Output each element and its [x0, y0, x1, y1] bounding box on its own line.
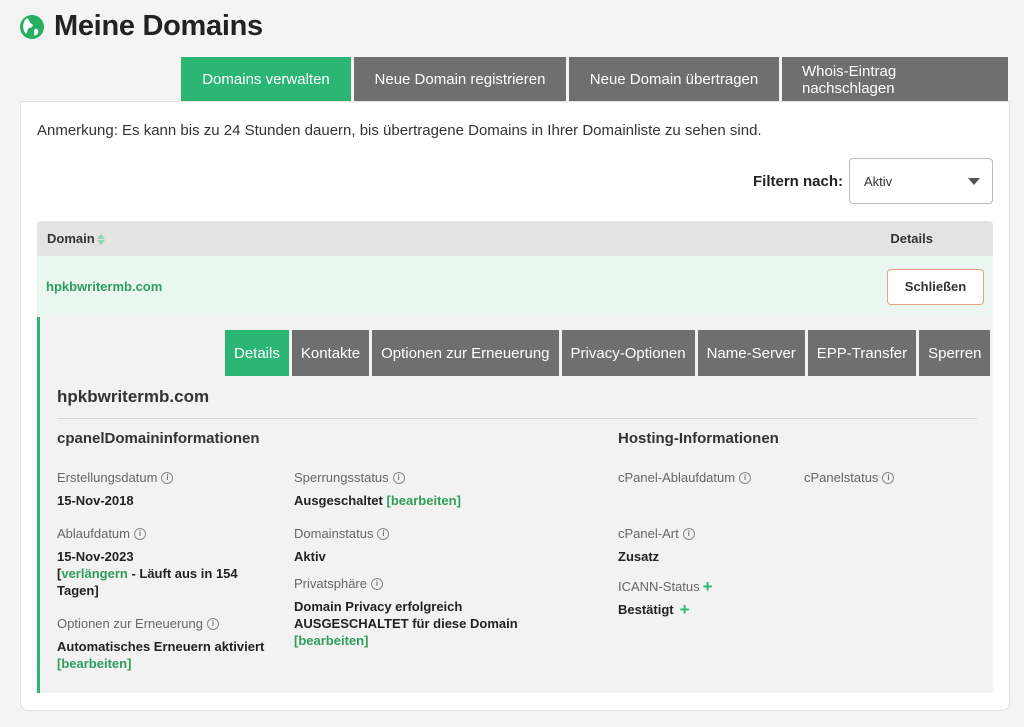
plus-icon[interactable]: +	[703, 578, 713, 595]
page-title: Meine Domains	[54, 10, 263, 42]
detail-tabs: Details Kontakte Optionen zur Erneuerung…	[225, 330, 991, 376]
table-row: hpkbwritermb.com Schließen	[37, 256, 993, 317]
field-cpanel-status: cPanelstatus i	[804, 470, 895, 485]
tab-renewal-options[interactable]: Optionen zur Erneuerung	[372, 330, 559, 376]
column-details: Details	[890, 231, 933, 246]
section-title-hosting-info: Hosting-Informationen	[618, 430, 779, 447]
domain-detail-panel: Details Kontakte Optionen zur Erneuerung…	[37, 317, 993, 693]
lock-value: Ausgeschaltet	[294, 493, 383, 508]
section-title-domain-info: cpanelDomaininformationen	[57, 430, 260, 447]
tab-details[interactable]: Details	[225, 330, 289, 376]
lock-edit-link[interactable]: [bearbeiten]	[387, 493, 461, 508]
field-renewal-options: Optionen zur Erneuerung i Automatisches E…	[57, 616, 264, 672]
tab-whois-lookup[interactable]: Whois-Eintrag nachschlagen	[782, 57, 1008, 102]
status-value: Aktiv	[294, 549, 326, 564]
cpanel-status-label: cPanelstatus	[804, 470, 879, 485]
plus-icon[interactable]: +	[680, 601, 690, 618]
filter-group: Filtern nach: Aktiv	[753, 158, 993, 204]
tab-contacts[interactable]: Kontakte	[291, 330, 370, 376]
tab-manage-domains[interactable]: Domains verwalten	[181, 57, 351, 102]
filter-label: Filtern nach:	[752, 172, 843, 190]
top-tabs: Domains verwalten Neue Domain registrier…	[181, 57, 1008, 102]
created-value: 15-Nov-2018	[57, 493, 134, 508]
lock-label: Sperrungsstatus	[294, 470, 389, 485]
filter-select[interactable]: Aktiv	[849, 158, 993, 204]
close-button[interactable]: Schließen	[887, 268, 984, 305]
privacy-edit-link[interactable]: [bearbeiten]	[294, 632, 534, 649]
expiry-value: 15-Nov-2023	[57, 549, 134, 564]
renewal-label: Optionen zur Erneuerung	[57, 616, 203, 631]
globe-icon	[20, 14, 44, 39]
filter-selected-value: Aktiv	[864, 173, 893, 189]
cpanel-expiry-label: cPanel-Ablaufdatum	[618, 470, 736, 485]
info-icon[interactable]: i	[882, 471, 895, 484]
icann-value: Bestätigt	[618, 602, 674, 617]
tab-epp-transfer[interactable]: EPP-Transfer	[807, 330, 917, 376]
info-icon[interactable]: i	[739, 471, 752, 484]
column-domain[interactable]: Domain	[47, 231, 105, 246]
tab-register-domain[interactable]: Neue Domain registrieren	[354, 57, 566, 102]
expiry-renew-note: [verlängern - Läuft aus in 154 Tagen]	[57, 565, 257, 599]
divider	[57, 418, 977, 419]
renewal-edit-link[interactable]: [bearbeiten]	[57, 655, 264, 672]
info-icon[interactable]: i	[377, 527, 390, 540]
sort-icon	[96, 234, 105, 246]
main-panel: Anmerkung: Es kann bis zu 24 Stunden dau…	[20, 101, 1010, 711]
column-domain-label: Domain	[47, 231, 95, 246]
info-icon[interactable]: i	[134, 527, 146, 540]
field-cpanel-expiry: cPanel-Ablaufdatum i	[618, 470, 752, 485]
privacy-label: Privatsphäre	[294, 576, 367, 591]
info-icon[interactable]: i	[392, 471, 405, 484]
tab-privacy-options[interactable]: Privacy-Optionen	[561, 330, 695, 376]
field-expiry: Ablaufdatum i 15-Nov-2023 [verlängern - L…	[57, 526, 257, 599]
icann-label: ICANN-Status	[618, 579, 700, 594]
page-header: Meine Domains	[20, 10, 263, 43]
domain-table: Domain Details hpkbwritermb.com Schließe…	[37, 221, 993, 693]
info-icon[interactable]: i	[370, 577, 383, 590]
info-icon[interactable]: i	[161, 471, 174, 484]
field-icann-status: ICANN-Status + Bestätigt +	[618, 578, 713, 618]
chevron-down-icon	[968, 177, 980, 185]
field-lock-status: Sperrungsstatus i Ausgeschaltet [bearbeit…	[294, 470, 461, 509]
transfer-note: Anmerkung: Es kann bis zu 24 Stunden dau…	[37, 122, 762, 139]
field-privacy: Privatsphäre i Domain Privacy erfolgreich…	[294, 576, 534, 649]
cpanel-type-value: Zusatz	[618, 549, 660, 564]
table-header: Domain Details	[37, 221, 993, 256]
status-label: Domainstatus	[294, 526, 374, 541]
info-icon[interactable]: i	[682, 527, 695, 540]
icann-value-row: Bestätigt +	[618, 601, 713, 618]
cpanel-type-label: cPanel-Art	[618, 526, 679, 541]
tab-transfer-domain[interactable]: Neue Domain übertragen	[569, 57, 779, 102]
tab-name-servers[interactable]: Name-Server	[697, 330, 805, 376]
field-created: Erstellungsdatum i 15-Nov-2018	[57, 470, 174, 509]
domain-link[interactable]: hpkbwritermb.com	[46, 279, 162, 294]
tab-locks[interactable]: Sperren	[919, 330, 991, 376]
field-cpanel-type: cPanel-Art i Zusatz	[618, 526, 695, 565]
info-icon[interactable]: i	[206, 617, 219, 630]
field-domain-status: Domainstatus i Aktiv	[294, 526, 390, 565]
created-label: Erstellungsdatum	[57, 470, 158, 485]
renew-link[interactable]: verlängern	[61, 566, 127, 581]
lock-value-row: Ausgeschaltet [bearbeiten]	[294, 492, 461, 509]
detail-domain-heading: hpkbwritermb.com	[57, 387, 210, 406]
expiry-label: Ablaufdatum	[57, 526, 130, 541]
renewal-value: Automatisches Erneuern aktiviert	[57, 639, 265, 654]
privacy-value: Domain Privacy erfolgreich AUSGESCHALTET…	[294, 599, 518, 631]
